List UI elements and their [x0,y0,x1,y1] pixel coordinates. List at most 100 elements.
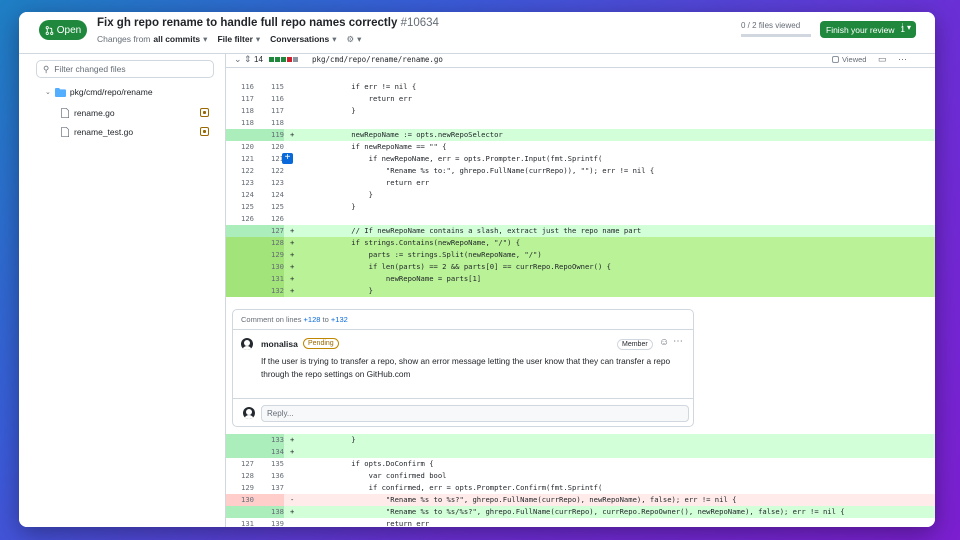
new-line-number: 134 [271,447,284,456]
filter-placeholder: Filter changed files [54,64,126,74]
diff-line[interactable]: 132 + } [226,285,935,297]
old-line-number: 124 [241,190,254,199]
diff-line[interactable]: 130 + if len(parts) == 2 && parts[0] == c… [226,261,935,273]
old-line-number: 127 [241,459,254,468]
kebab-menu-icon[interactable]: ⋯ [673,336,683,347]
diff-line[interactable]: 119 + newRepoName := opts.newRepoSelector [226,129,935,141]
diff-line[interactable]: 138 + "Rename %s to %s/%s?", ghrepo.FullN… [226,506,935,518]
diff-sign: + [290,274,295,283]
line-code: "Rename %s to %s/%s?", ghrepo.FullName(c… [334,507,845,516]
settings-dropdown[interactable]: ⚙ ▾ [347,34,362,45]
diff-line[interactable]: 130 - "Rename %s to %s?", ghrepo.FullName… [226,494,935,506]
diff-sign: + [290,447,295,456]
diff-line[interactable]: 116 115 if err != nil { [226,81,935,93]
diff-line[interactable]: 131 + newRepoName = parts[1] [226,273,935,285]
diff-line[interactable]: 126 126 [226,213,935,225]
diffstat-neutral [293,57,298,62]
new-line-number: 115 [271,82,284,91]
add-comment-plus-icon[interactable]: + [282,153,293,164]
diffstat-add [281,57,286,62]
pr-number: #10634 [400,17,439,29]
new-line-number: 123 [271,178,284,187]
diff-line[interactable]: 122 122 "Rename %s to:", ghrepo.FullName(… [226,165,935,177]
tree-folder[interactable]: ⌄ pkg/cmd/repo/rename [45,87,153,97]
line-code: if opts.DoConfirm { [334,459,434,468]
avatar [243,407,255,419]
conversations-label: Conversations [270,34,330,44]
tree-file-rename-go[interactable]: rename.go [61,104,219,122]
diff-line[interactable]: 118 118 [226,117,935,129]
pr-status-badge: Open [39,20,87,40]
filter-files-input[interactable]: ⚲ Filter changed files [36,60,214,78]
comment-line-range: Comment on lines +128 to +132 [241,315,348,324]
line-code: if newRepoName == "" { [334,142,447,151]
filter-icon: ⚲ [43,63,50,74]
diff-line[interactable]: 117 116 return err [226,93,935,105]
new-line-number: 125 [271,202,284,211]
tree-file-rename-test-go[interactable]: rename_test.go [61,123,219,141]
new-line-number: 139 [271,519,284,527]
diff-line[interactable]: 125 125 } [226,201,935,213]
tree-folder-label: pkg/cmd/repo/rename [69,87,153,97]
old-line-number: 131 [241,519,254,527]
chevron-down-icon: ▾ [357,33,362,44]
comment-author[interactable]: monalisa [261,339,298,349]
old-line-number: 118 [241,118,254,127]
line-code: "Rename %s to:", ghrepo.FullName(currRep… [334,166,655,175]
chevron-down-icon: ▾ [203,33,208,44]
comment-line-start: +128 [303,315,321,324]
old-line-number: 123 [241,178,254,187]
diff-sign: + [290,507,295,516]
diffstat-del [287,57,292,62]
line-code: newRepoName := opts.newRepoSelector [334,130,503,139]
diff-line[interactable]: 129 137 if confirmed, err = opts.Prompter… [226,482,935,494]
diff-line[interactable]: 134 + [226,446,935,458]
new-line-number: 121 [271,154,284,163]
diff-line[interactable]: 120 120 if newRepoName == "" { [226,141,935,153]
diff-sign: + [290,250,295,259]
old-line-number: 130 [241,495,254,504]
file-filter-label: File filter [217,34,253,44]
diff-line[interactable]: 128 + if strings.Contains(newRepoName, "/… [226,237,935,249]
old-line-number: 126 [241,214,254,223]
conversations-dropdown[interactable]: Conversations ▾ [270,34,336,45]
line-code: } [334,435,356,444]
comment-icon[interactable]: ▭ [878,54,887,65]
chevron-down-icon: ▾ [255,33,261,44]
diff-line[interactable]: 133 + } [226,434,935,446]
pr-header: Open Fix gh repo rename to handle full r… [19,12,935,54]
gear-icon: ⚙ [346,33,355,44]
diff-line[interactable]: 127 135 if opts.DoConfirm { [226,458,935,470]
diff-line[interactable]: 129 + parts := strings.Split(newRepoName,… [226,249,935,261]
diff-sign: + [290,262,295,271]
new-line-number: 118 [271,118,284,127]
pr-title: Fix gh repo rename to handle full repo n… [97,17,439,29]
diff-view: ⌄ ⇕ 14 pkg/cmd/repo/rename/rename.go Vie… [225,54,935,527]
old-line-number: 117 [241,94,254,103]
diff-line[interactable]: 127 + // If newRepoName contains a slash,… [226,225,935,237]
changes-from-dropdown[interactable]: Changes from all commits ▾ [97,34,207,45]
diff-line[interactable]: 131 139 return err [226,518,935,527]
collapse-chevron-icon[interactable]: ⌄ [234,54,242,65]
divider [233,329,693,330]
new-line-number: 117 [271,106,284,115]
reply-input[interactable]: Reply... [261,405,689,422]
smiley-icon[interactable]: ☺ [659,337,669,348]
diff-sign: + [290,435,295,444]
new-line-number: 119 [271,130,284,139]
old-line-number: 125 [241,202,254,211]
file-filter-dropdown[interactable]: File filter ▾ [217,34,260,45]
line-code: return err [334,519,430,527]
diff-line[interactable]: 128 136 var confirmed bool [226,470,935,482]
finish-review-button[interactable]: Finish your review 1 ▾ [820,21,916,38]
diff-line[interactable]: 118 117 } [226,105,935,117]
avatar[interactable] [241,338,253,350]
kebab-menu-icon[interactable]: ⋯ [898,54,907,65]
diff-line[interactable]: 121 121 if newRepoName, err = opts.Prompt… [226,153,935,165]
diff-line[interactable]: 123 123 return err [226,177,935,189]
line-code: return err [334,94,412,103]
viewed-checkbox[interactable]: Viewed [832,55,866,64]
diff-line[interactable]: 124 124 } [226,189,935,201]
expand-all-icon[interactable]: ⇕ [244,54,252,65]
new-line-number: 132 [271,286,284,295]
